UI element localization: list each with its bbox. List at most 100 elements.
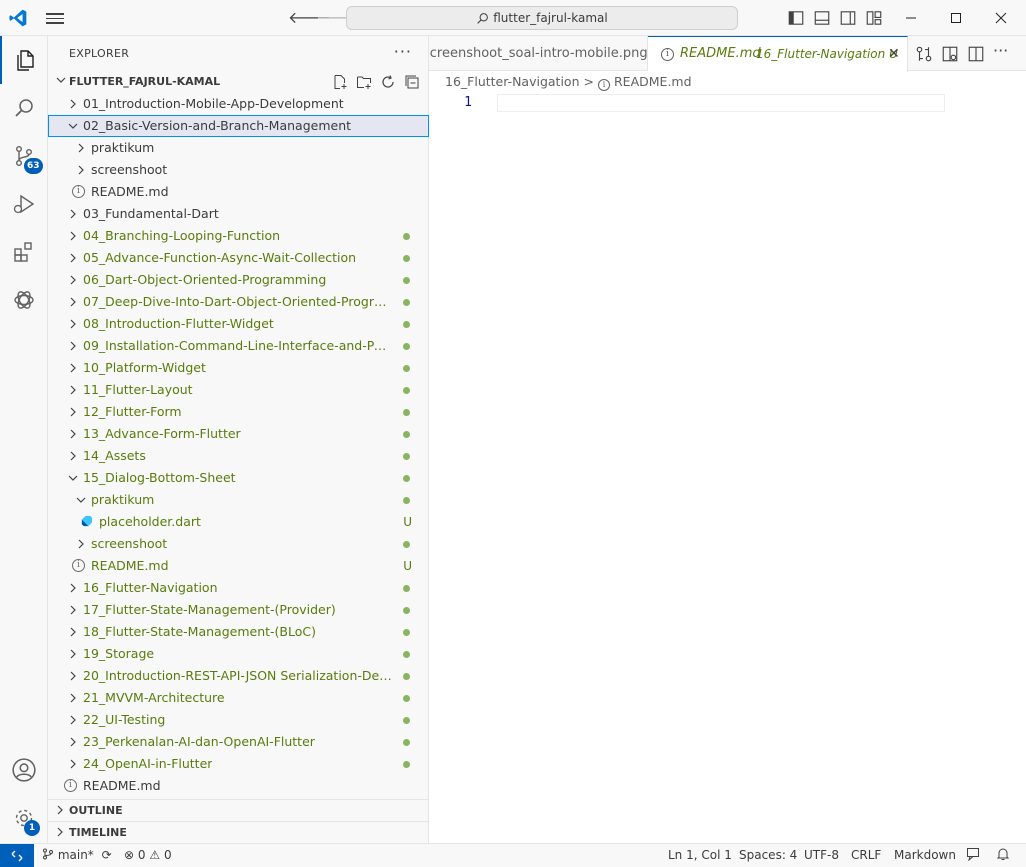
tree-folder[interactable]: 16_Flutter-Navigation xyxy=(48,577,429,599)
activity-manage[interactable]: 1 xyxy=(0,794,48,842)
close-tab-button[interactable]: ✕ xyxy=(888,37,900,71)
tree-file[interactable]: i README.md xyxy=(48,181,429,203)
branch-indicator[interactable]: main* ⟳ xyxy=(42,844,112,867)
feedback-icon[interactable] xyxy=(966,844,980,867)
tree-folder[interactable]: 17_Flutter-State-Management-(Provider) xyxy=(48,599,429,621)
tree-folder[interactable]: 15_Dialog-Bottom-Sheet xyxy=(48,467,429,489)
command-center-search[interactable]: flutter_fajrul-kamal xyxy=(346,6,738,30)
tree-folder[interactable]: 20_Introduction-REST-API-JSON Serializat… xyxy=(48,665,429,687)
git-modified-dot xyxy=(403,409,410,416)
chevron-right-icon xyxy=(70,671,76,681)
line-ending[interactable]: CRLF xyxy=(851,844,881,867)
encoding[interactable]: UTF-8 xyxy=(804,844,839,867)
indentation[interactable]: Spaces: 4 xyxy=(739,844,797,867)
minimize-button[interactable] xyxy=(888,0,934,36)
tree-folder[interactable]: 09_Installation-Command-Line-Interface-a… xyxy=(48,335,429,357)
tree-item-label: screenshoot xyxy=(91,162,168,177)
split-editor-icon[interactable] xyxy=(967,45,985,63)
vscode-logo-icon[interactable] xyxy=(8,8,28,28)
breadcrumb-file[interactable]: README.md xyxy=(614,74,692,89)
tree-folder[interactable]: 19_Storage xyxy=(48,643,429,665)
activity-search[interactable] xyxy=(0,84,48,132)
sync-icon[interactable]: ⟳ xyxy=(102,848,112,862)
file-tree: 01_Introduction-Mobile-App-Development 02… xyxy=(48,93,429,797)
more-actions-button[interactable]: ··· xyxy=(394,42,412,61)
tree-folder[interactable]: 18_Flutter-State-Management-(BLoC) xyxy=(48,621,429,643)
chevron-down-icon xyxy=(68,123,78,129)
tree-folder[interactable]: 05_Advance-Function-Async-Wait-Collectio… xyxy=(48,247,429,269)
breadcrumb-folder[interactable]: 16_Flutter-Navigation xyxy=(445,74,580,89)
tree-folder[interactable]: screenshoot xyxy=(48,533,429,555)
activity-source-control[interactable]: 63 xyxy=(0,132,48,180)
maximize-button[interactable] xyxy=(933,0,979,36)
collapse-all-icon xyxy=(405,75,419,89)
activity-run-debug[interactable] xyxy=(0,180,48,228)
outline-section[interactable]: OUTLINE xyxy=(48,799,429,821)
tree-folder[interactable]: 23_Perkenalan-AI-dan-OpenAI-Flutter xyxy=(48,731,429,753)
tree-folder[interactable]: 01_Introduction-Mobile-App-Development xyxy=(48,93,429,115)
toggle-secondary-sidebar-icon[interactable] xyxy=(839,9,857,27)
warning-icon: ⚠ xyxy=(149,848,161,862)
tree-file[interactable]: placeholder.dart U xyxy=(48,511,429,533)
tree-folder[interactable]: 04_Branching-Looping-Function xyxy=(48,225,429,247)
timeline-section[interactable]: TIMELINE xyxy=(48,821,429,843)
info-icon: i xyxy=(598,79,610,91)
tree-folder[interactable]: 08_Introduction-Flutter-Widget xyxy=(48,313,429,335)
tree-folder[interactable]: 11_Flutter-Layout xyxy=(48,379,429,401)
tree-folder[interactable]: 24_OpenAI-in-Flutter xyxy=(48,753,429,775)
tree-folder[interactable]: 03_Fundamental-Dart xyxy=(48,203,429,225)
tree-item-label: 02_Basic-Version-and-Branch-Management xyxy=(83,118,352,133)
notifications-bell-icon[interactable] xyxy=(996,844,1010,867)
chevron-right-icon xyxy=(78,165,84,175)
tree-folder[interactable]: 14_Assets xyxy=(48,445,429,467)
forward-button[interactable]: 🡒 xyxy=(316,8,359,28)
open-changes-icon[interactable] xyxy=(915,45,933,63)
tree-folder[interactable]: 13_Advance-Form-Flutter xyxy=(48,423,429,445)
back-button[interactable]: 🡐 xyxy=(288,8,331,28)
title-bar: 🡐 🡒 flutter_fajrul-kamal xyxy=(0,0,1026,36)
more-actions-icon[interactable]: ··· xyxy=(993,43,1011,63)
toggle-panel-icon[interactable] xyxy=(813,9,831,27)
tree-file[interactable]: i README.md xyxy=(48,775,429,797)
new-folder-button[interactable] xyxy=(355,73,373,91)
chevron-right-icon xyxy=(70,341,76,351)
tab-readme-active[interactable]: i README.md 16_Flutter-Navigation U ✕ xyxy=(648,36,908,72)
tab-description: 16_Flutter-Navigation U xyxy=(756,47,898,61)
tree-folder[interactable]: 10_Platform-Widget xyxy=(48,357,429,379)
tree-item-label: 11_Flutter-Layout xyxy=(83,382,193,397)
tree-folder[interactable]: 12_Flutter-Form xyxy=(48,401,429,423)
tree-folder[interactable]: screenshoot xyxy=(48,159,429,181)
language-mode[interactable]: Markdown xyxy=(894,844,956,867)
chevron-right-icon xyxy=(70,693,76,703)
open-preview-icon[interactable] xyxy=(941,45,959,63)
toggle-primary-sidebar-icon[interactable] xyxy=(787,9,805,27)
activity-chatgpt[interactable] xyxy=(0,276,48,324)
tree-folder[interactable]: praktikum xyxy=(48,137,429,159)
activity-explorer[interactable] xyxy=(0,36,48,84)
collapse-all-button[interactable] xyxy=(403,73,421,91)
new-file-button[interactable] xyxy=(331,73,349,91)
refresh-explorer-button[interactable] xyxy=(379,73,397,91)
tree-folder[interactable]: praktikum xyxy=(48,489,429,511)
chevron-right-icon xyxy=(70,737,76,747)
workspace-header[interactable]: FLUTTER_FAJRUL-KAMAL xyxy=(48,71,429,93)
tree-folder[interactable]: 07_Deep-Dive-Into-Dart-Object-Oriented-P… xyxy=(48,291,429,313)
tab-screenshot-png[interactable]: screenshoot_soal-intro-mobile.png xyxy=(429,36,648,71)
editor-current-line[interactable] xyxy=(497,94,945,112)
tree-folder[interactable]: 22_UI-Testing xyxy=(48,709,429,731)
chevron-right-icon xyxy=(70,407,76,417)
remote-indicator[interactable] xyxy=(0,844,34,867)
git-modified-dot xyxy=(403,673,410,680)
problems-indicator[interactable]: ⊗ 0 ⚠ 0 xyxy=(124,844,172,867)
activity-accounts[interactable] xyxy=(0,746,48,794)
tree-folder[interactable]: 21_MVVM-Architecture xyxy=(48,687,429,709)
close-icon xyxy=(995,12,1007,24)
close-button[interactable] xyxy=(978,0,1024,36)
tree-folder[interactable]: 06_Dart-Object-Oriented-Programming xyxy=(48,269,429,291)
tree-folder[interactable]: 02_Basic-Version-and-Branch-Management xyxy=(48,115,429,137)
activity-extensions[interactable] xyxy=(0,228,48,276)
customize-layout-icon[interactable] xyxy=(865,9,883,27)
menu-icon[interactable] xyxy=(46,10,64,26)
cursor-position[interactable]: Ln 1, Col 1 xyxy=(668,844,732,867)
tree-file[interactable]: i README.md U xyxy=(48,555,429,577)
